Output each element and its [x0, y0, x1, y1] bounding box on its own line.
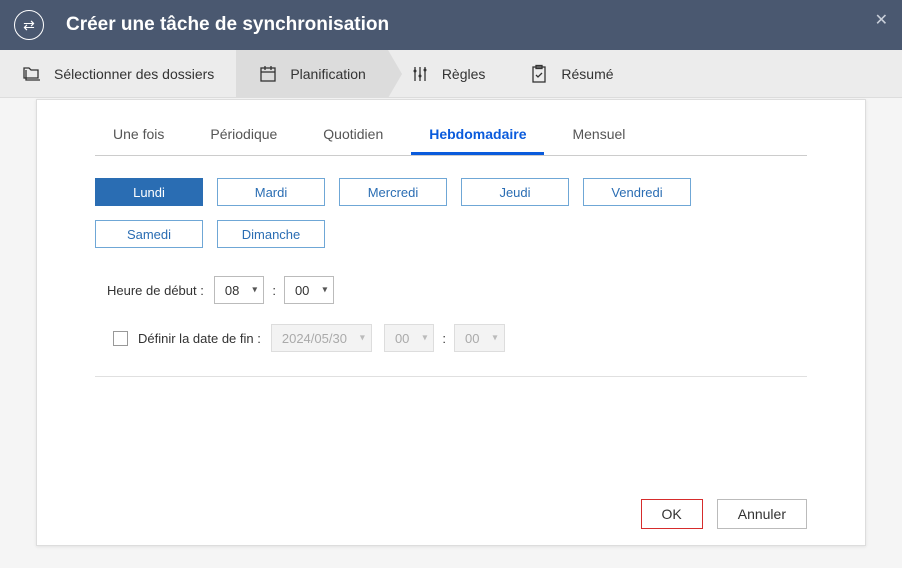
end-date-row: Définir la date de fin : 2024/05/30 ▾ 00… [95, 324, 807, 352]
end-minute-select: 00 ▾ [454, 324, 504, 352]
end-hour-select: 00 ▾ [384, 324, 434, 352]
time-separator: : [442, 331, 446, 346]
schedule-tabs: Une fois Périodique Quotidien Hebdomadai… [95, 118, 807, 156]
day-wednesday[interactable]: Mercredi [339, 178, 447, 206]
day-thursday[interactable]: Jeudi [461, 178, 569, 206]
time-separator: : [272, 283, 276, 298]
wizard-step-folders[interactable]: Sélectionner des dossiers [0, 50, 236, 97]
end-date-value: 2024/05/30 [282, 331, 347, 346]
day-saturday[interactable]: Samedi [95, 220, 203, 248]
dialog-footer: OK Annuler [95, 487, 807, 529]
folders-icon [22, 64, 42, 84]
wizard-step-label: Règles [442, 66, 486, 82]
wizard-step-schedule[interactable]: Planification [236, 50, 388, 97]
end-minute-value: 00 [465, 331, 479, 346]
divider [95, 376, 807, 377]
tab-daily[interactable]: Quotidien [305, 118, 401, 155]
tab-weekly[interactable]: Hebdomadaire [411, 118, 544, 155]
calendar-icon [258, 64, 278, 84]
chevron-down-icon: ▾ [360, 333, 365, 344]
day-friday[interactable]: Vendredi [583, 178, 691, 206]
wizard-step-label: Planification [290, 66, 366, 82]
wizard-step-summary[interactable]: Résumé [507, 50, 635, 97]
chevron-down-icon: ▾ [252, 285, 257, 296]
clipboard-icon [529, 64, 549, 84]
schedule-panel: Une fois Périodique Quotidien Hebdomadai… [36, 99, 866, 546]
day-sunday[interactable]: Dimanche [217, 220, 325, 248]
day-monday[interactable]: Lundi [95, 178, 203, 206]
cancel-button[interactable]: Annuler [717, 499, 807, 529]
end-date-checkbox[interactable] [113, 331, 128, 346]
sliders-icon [410, 64, 430, 84]
weekday-selector: Lundi Mardi Mercredi Jeudi Vendredi Same… [95, 178, 807, 248]
ok-button[interactable]: OK [641, 499, 703, 529]
start-minute-value: 00 [295, 283, 309, 298]
chevron-down-icon: ▾ [322, 285, 327, 296]
wizard-step-rules[interactable]: Règles [388, 50, 508, 97]
tab-monthly[interactable]: Mensuel [554, 118, 643, 155]
window-title: Créer une tâche de synchronisation [66, 14, 389, 36]
close-button[interactable]: ✕ [875, 10, 888, 30]
end-date-label: Définir la date de fin : [138, 331, 261, 346]
start-hour-value: 08 [225, 283, 239, 298]
start-minute-select[interactable]: 00 ▾ [284, 276, 334, 304]
wizard-steps: Sélectionner des dossiers Planification … [0, 50, 902, 98]
end-date-select: 2024/05/30 ▾ [271, 324, 372, 352]
sync-icon: ⇄ [14, 10, 44, 40]
chevron-down-icon: ▾ [492, 333, 497, 344]
end-hour-value: 00 [395, 331, 409, 346]
tab-periodic[interactable]: Périodique [192, 118, 295, 155]
tab-once[interactable]: Une fois [95, 118, 182, 155]
start-time-row: Heure de début : 08 ▾ : 00 ▾ [95, 276, 807, 304]
wizard-step-label: Sélectionner des dossiers [54, 66, 214, 82]
start-hour-select[interactable]: 08 ▾ [214, 276, 264, 304]
window-header: ⇄ Créer une tâche de synchronisation ✕ [0, 0, 902, 50]
start-time-label: Heure de début : [107, 283, 204, 298]
wizard-step-label: Résumé [561, 66, 613, 82]
chevron-down-icon: ▾ [422, 333, 427, 344]
day-tuesday[interactable]: Mardi [217, 178, 325, 206]
